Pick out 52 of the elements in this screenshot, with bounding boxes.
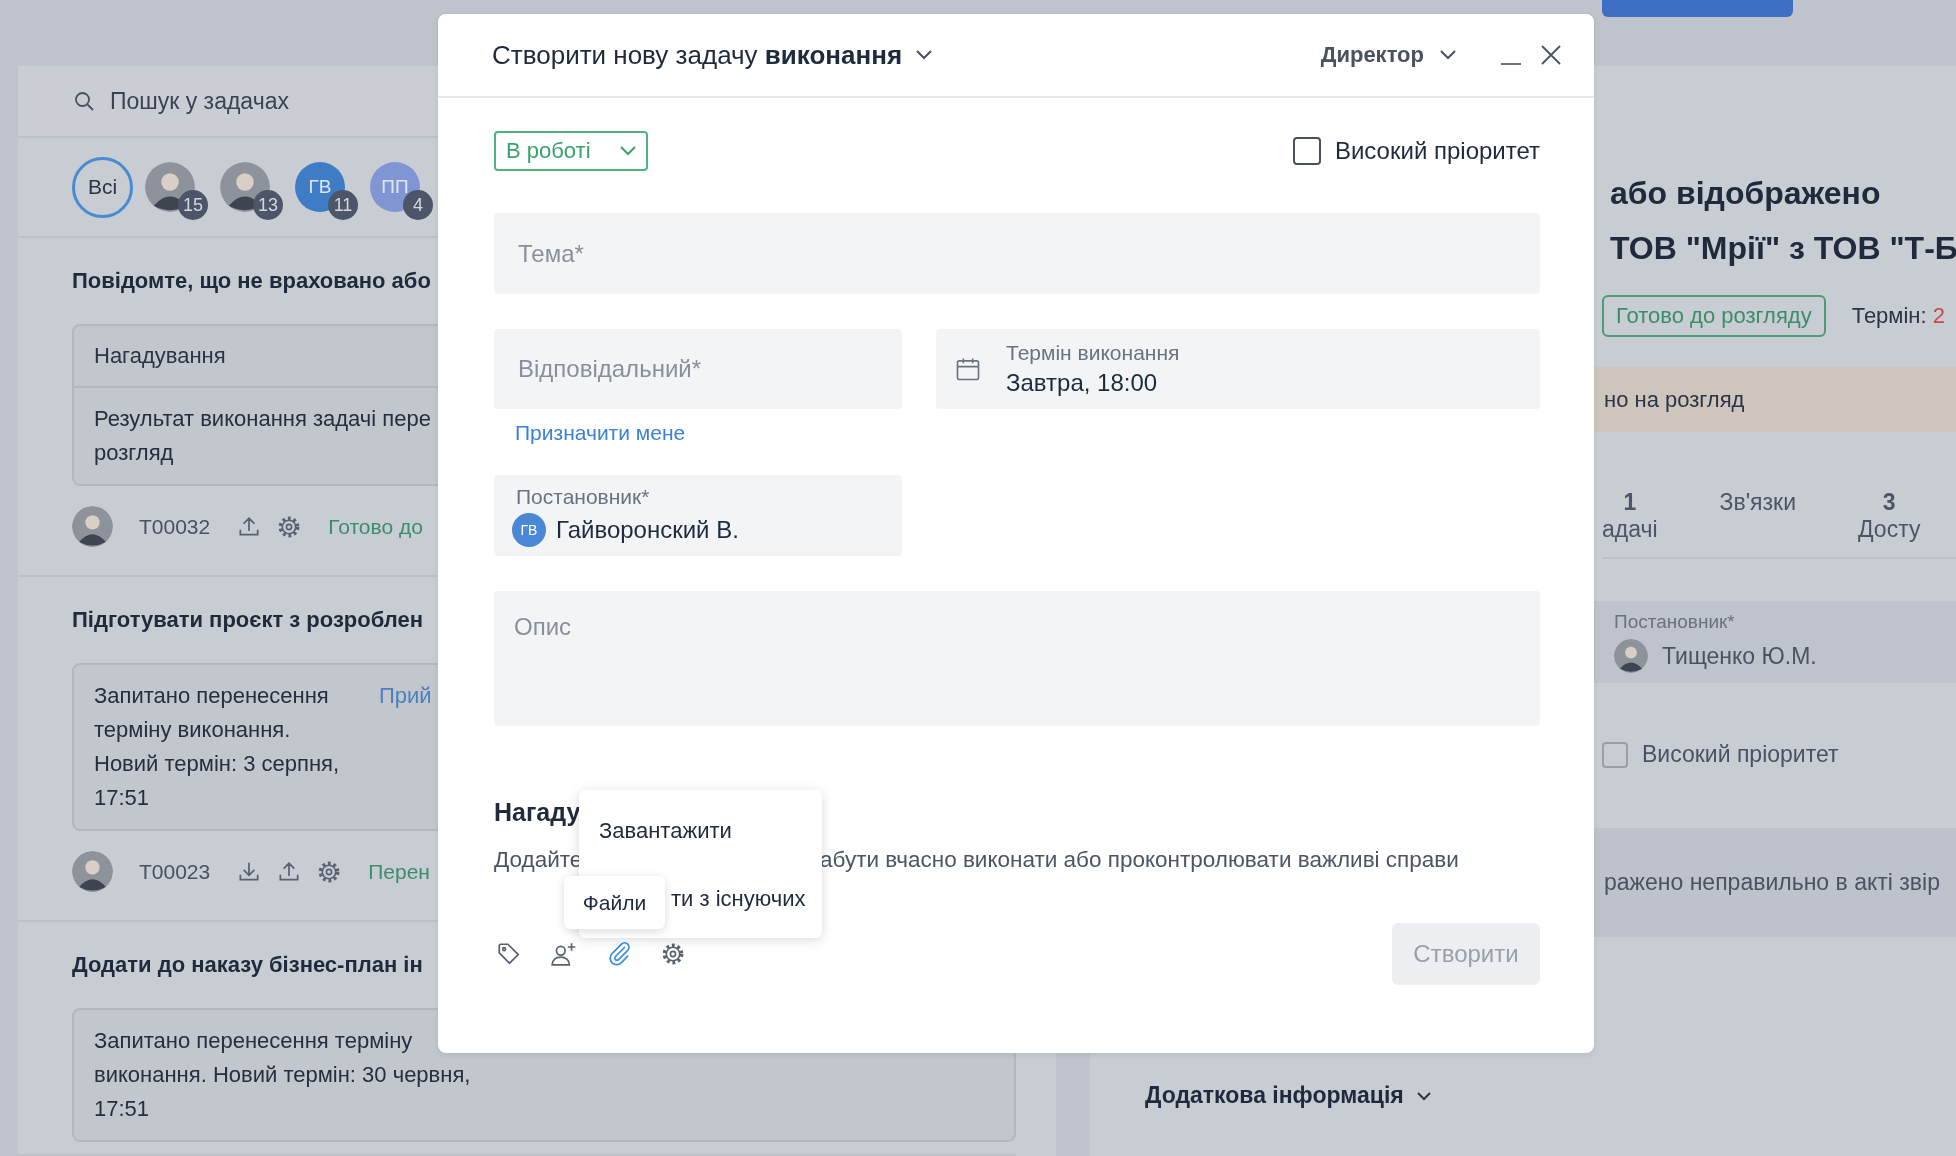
card-text: Результат виконання задачі пере розгляд [94,405,431,467]
assign-me-link[interactable]: Призначити мене [515,421,686,445]
checkbox[interactable] [1602,741,1628,768]
status-badge: Готово до розгляду [1602,295,1826,337]
tooltip: Файли [564,876,665,929]
count-badge: 15 [178,190,208,220]
add-user-icon[interactable] [550,941,578,967]
dialog-title[interactable]: Створити нову задачу виконання [492,39,935,71]
hint-text: абути вчасно виконати або проконтролювати важливі справи [820,847,1460,873]
status-dropdown[interactable]: В роботі [494,131,648,171]
card-text: Запитано перенесення терміну виконання. Новий термін: 30 червня, 17:51 [94,1027,471,1123]
note-text: ражено неправильно в акті звір [1604,869,1940,896]
banner-text: но на розгляд [1604,386,1745,413]
task-code: T00032 [139,514,211,539]
paperclip-icon[interactable] [606,941,632,967]
avatar [72,851,113,892]
description-field[interactable]: Опис [494,591,1540,726]
chevron-down-icon [914,49,935,61]
task-status: Перен [368,859,430,884]
count-badge: 13 [253,190,283,220]
role-dropdown[interactable]: Директор [1320,42,1458,68]
menu-item[interactable]: Завантажити [579,813,822,849]
all-filter[interactable]: Всі [72,156,133,218]
chevron-down-icon [1438,49,1458,61]
additional-info-toggle[interactable]: Додаткова інформація [1145,1082,1432,1109]
subject-field[interactable]: Тема* [494,213,1540,294]
task-status: Готово до [328,514,423,539]
section-heading: Нагаду [494,798,581,827]
avatar [1614,639,1648,673]
search-field[interactable]: Пошук у задачах [110,87,370,115]
tag-icon[interactable] [496,941,522,967]
deadline-field[interactable]: Термін виконання Завтра, 18:00 [936,329,1540,409]
chevron-down-icon [1415,1090,1432,1101]
responsible-field[interactable]: Відповідальний* [494,329,902,409]
detail-tab[interactable]: 3 Досту [1858,489,1921,543]
detail-tab[interactable]: 1 адачі [1602,489,1658,543]
search-icon [72,89,96,113]
task-code: T00023 [139,859,211,884]
checkbox-label: Високий пріоритет [1334,137,1540,165]
chevron-down-icon [618,145,638,157]
card-text: Запитано перенесення терміну виконання. Новий термін: 3 серпня, 17:51 [94,682,341,812]
avatar [72,506,113,547]
checkbox[interactable] [1292,137,1321,165]
deadline-text: Термін: 2 [1851,303,1945,329]
detail-tab[interactable]: Зв'язки [1719,489,1796,543]
hint-text: Додайте [494,847,584,873]
settings-icon[interactable] [660,941,686,967]
assigner-field[interactable]: Постановник* ГВ Гайворонский В. [494,475,902,556]
checkbox-label: Високий пріоритет [1642,741,1839,768]
task-heading: або відображено ТОВ "Мрії" з ТОВ "Т-Б [1610,174,1956,268]
accept-link[interactable]: Прий [379,679,432,815]
close-icon[interactable] [1540,44,1562,66]
